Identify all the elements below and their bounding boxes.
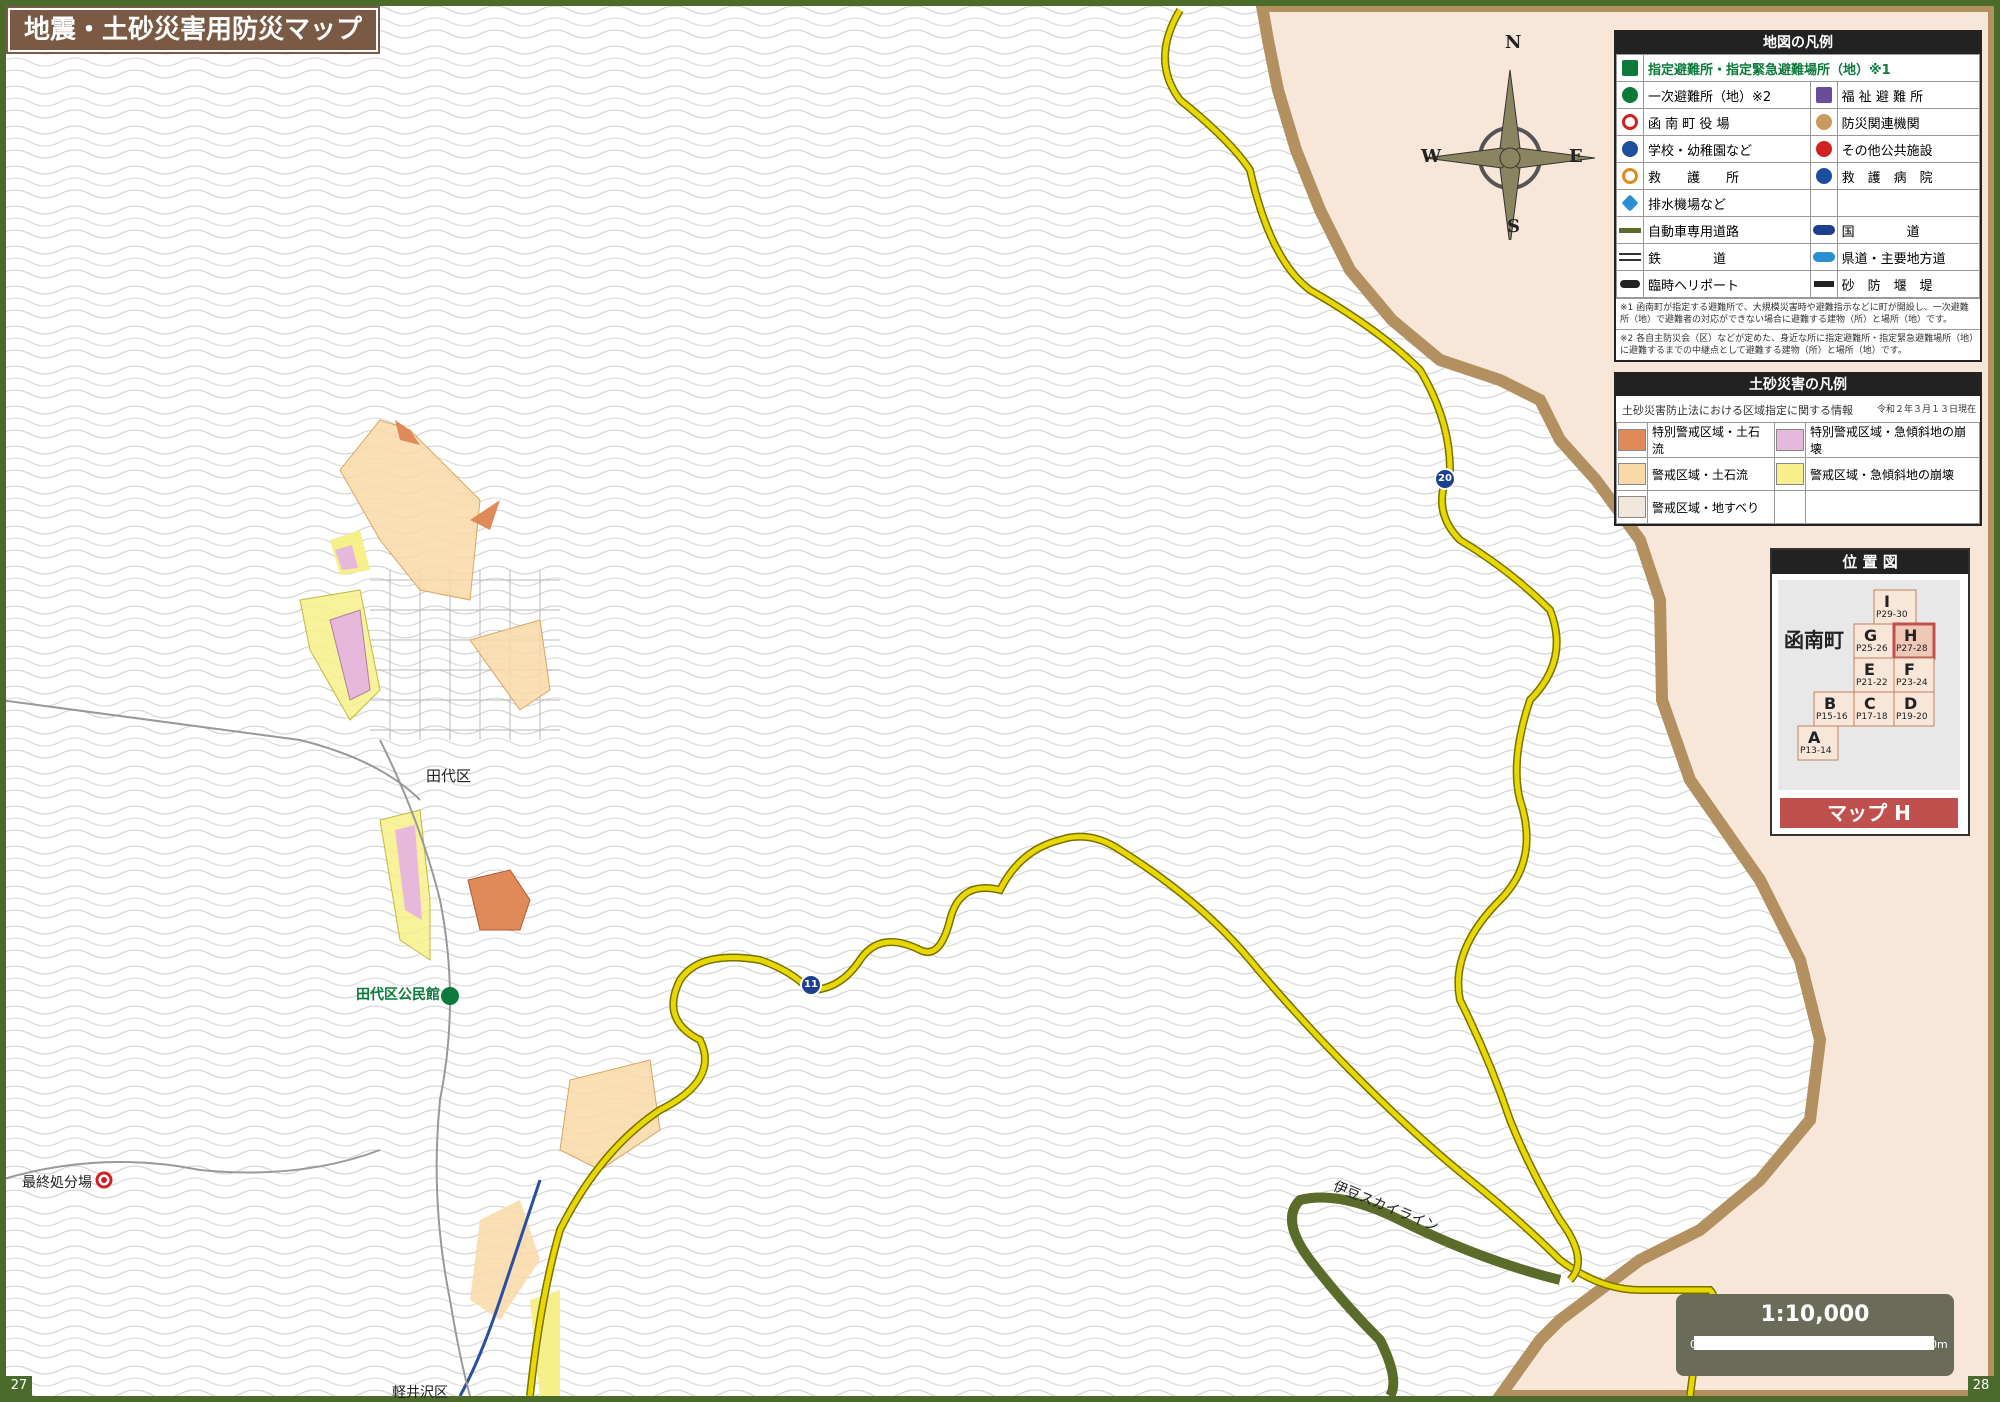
place-label-district: 軽井沢区 <box>392 1385 448 1401</box>
scale-max: 500m <box>1916 1338 1948 1351</box>
legend-designated: 指定避難所・指定緊急避難場所（地）※1 <box>1643 54 1980 82</box>
loc-cell-letter: I <box>1884 592 1890 611</box>
map-legend-table: 指定避難所・指定緊急避難場所（地）※1 一次避難所（地）※2 福 祉 避 難 所… <box>1616 54 1981 298</box>
designated-shelter-icon <box>1622 60 1638 76</box>
location-map: 位 置 図 函南町 I P29-30 G P25-26 H P27-28 E P… <box>1770 548 1970 836</box>
loc-cell-pages: P29-30 <box>1876 610 1908 620</box>
loc-cell-pages: P13-14 <box>1800 746 1832 756</box>
legend-row-right: 砂 防 堰 堤 <box>1836 270 1981 298</box>
location-map-title: 位 置 図 <box>1772 550 1968 574</box>
scale-bar: 1:10,000 0 500m <box>1676 1294 1954 1376</box>
place-label-disposal: 最終処分場 <box>22 1175 92 1191</box>
compass-west: W <box>1421 146 1442 167</box>
page-title: 地震・土砂災害用防災マップ <box>8 8 379 52</box>
sediment-legend: 土砂災害の凡例 令和２年３月１３日現在 土砂災害防止法における区域指定に関する情… <box>1614 372 1982 526</box>
loc-cell-pages: P17-18 <box>1856 712 1888 722</box>
sediment-row-left: 特別警戒区域・土石流 <box>1647 422 1775 458</box>
loc-cell-letter: C <box>1864 694 1876 713</box>
legend-row-left: 自動車専用道路 <box>1643 216 1811 244</box>
page-number-right: 28 <box>1968 1376 1994 1396</box>
legend-row-right: 防災関連機関 <box>1836 108 1981 136</box>
first-evacuation-icon <box>1622 87 1638 103</box>
legend-row-left: 鉄 道 <box>1643 243 1811 271</box>
page-number-left: 27 <box>6 1376 32 1396</box>
compass-south: S <box>1507 216 1520 237</box>
heliport-icon <box>1620 280 1640 288</box>
legend-row-right: 救 護 病 院 <box>1836 162 1981 190</box>
sediment-row-right: 警戒区域・急傾斜地の崩壊 <box>1805 457 1980 491</box>
sabo-dam-icon <box>1813 281 1834 287</box>
sediment-row-left: 警戒区域・土石流 <box>1647 457 1775 491</box>
map-legend-title: 地図の凡例 <box>1616 32 1980 54</box>
scale-ratio: 1:10,000 <box>1760 1302 1870 1327</box>
loc-cell-letter: A <box>1808 728 1821 747</box>
loc-cell-pages: P15-16 <box>1816 712 1848 722</box>
swatch-special-slope <box>1776 429 1804 451</box>
loc-cell-letter: G <box>1864 626 1878 645</box>
loc-cell-pages: P23-24 <box>1896 678 1928 688</box>
swatch-special-debris <box>1618 429 1646 451</box>
swatch-warning-debris <box>1618 463 1646 485</box>
legend-row-left: 臨時ヘリポート <box>1643 270 1811 298</box>
legend-note-2: ※2 各自主防災会（区）などが定めた、身近な所に指定避難所・指定緊急避難場所（地… <box>1616 329 1980 360</box>
prefectural-road-shield-icon <box>1812 252 1835 262</box>
loc-cell-letter: D <box>1904 694 1918 713</box>
loc-cell-letter: B <box>1824 694 1837 713</box>
legend-note-1: ※1 函南町が指定する避難所で、大規模災害時や避難指示などに町が開設し、一次避難… <box>1616 298 1980 329</box>
loc-cell-letter: H <box>1904 626 1918 645</box>
loc-cell-letter: E <box>1864 660 1875 679</box>
swatch-warning-slope <box>1776 463 1804 485</box>
public-facility-icon <box>1815 141 1832 157</box>
loc-cell-pages: P27-28 <box>1896 644 1928 654</box>
sediment-row-right: 特別警戒区域・急傾斜地の崩壊 <box>1805 422 1980 458</box>
school-icon <box>1622 141 1638 157</box>
loc-cell-pages: P19-20 <box>1896 712 1928 722</box>
expressway-line-icon <box>1619 227 1641 233</box>
pump-station-icon <box>1621 194 1639 212</box>
legend-row-left: 学校・幼稚園など <box>1643 135 1811 163</box>
disaster-agency-icon <box>1815 114 1832 130</box>
swatch-warning-landslide <box>1618 496 1646 518</box>
sediment-row-left: 警戒区域・地すべり <box>1647 490 1775 524</box>
compass-rose-icon <box>1424 69 1596 247</box>
loc-cell-pages: P21-22 <box>1856 678 1888 688</box>
national-road-shield-icon <box>1812 225 1835 235</box>
legend-row-left: 救 護 所 <box>1643 162 1811 190</box>
route-20-shield: 20 <box>1434 468 1456 490</box>
legend-row-left: 一次避難所（地）※2 <box>1643 81 1811 109</box>
legend-row-right: 福 祉 避 難 所 <box>1836 81 1981 109</box>
place-label-tashiro: 田代区 <box>426 767 472 785</box>
loc-cell-letter: F <box>1904 660 1915 679</box>
loc-cell-pages: P25-26 <box>1856 644 1888 654</box>
map-h-label: マップ H <box>1780 798 1958 828</box>
town-hall-icon <box>1622 114 1638 130</box>
scale-bar-line <box>1694 1336 1934 1350</box>
compass-east: E <box>1569 146 1583 167</box>
location-map-body: 函南町 I P29-30 G P25-26 H P27-28 E P21-22 … <box>1778 580 1960 790</box>
compass-north: N <box>1505 32 1522 53</box>
map-legend: 地図の凡例 指定避難所・指定緊急避難場所（地）※1 一次避難所（地）※2 福 祉… <box>1614 30 1982 362</box>
legend-row-left: 函 南 町 役 場 <box>1643 108 1811 136</box>
sediment-legend-table: 特別警戒区域・土石流 特別警戒区域・急傾斜地の崩壊 警戒区域・土石流 警戒区域・… <box>1616 422 1980 524</box>
legend-row-left: 排水機場など <box>1643 189 1811 217</box>
legend-row-right: 国 道 <box>1836 216 1981 244</box>
aid-station-icon <box>1622 168 1638 184</box>
railway-line-icon <box>1619 253 1641 261</box>
sediment-legend-date: 令和２年３月１３日現在 <box>1876 405 1976 415</box>
legend-row-right: その他公共施設 <box>1836 135 1981 163</box>
place-label-kominkan: 田代区公民館 <box>356 987 440 1003</box>
scale-zero: 0 <box>1690 1338 1697 1351</box>
sediment-legend-title: 土砂災害の凡例 <box>1616 374 1980 396</box>
route-11-shield: 11 <box>800 974 822 996</box>
legend-row-right: 県道・主要地方道 <box>1836 243 1981 271</box>
welfare-shelter-icon <box>1815 87 1832 103</box>
compass-rose: N S W E <box>1421 30 1596 247</box>
hospital-icon <box>1815 168 1832 184</box>
